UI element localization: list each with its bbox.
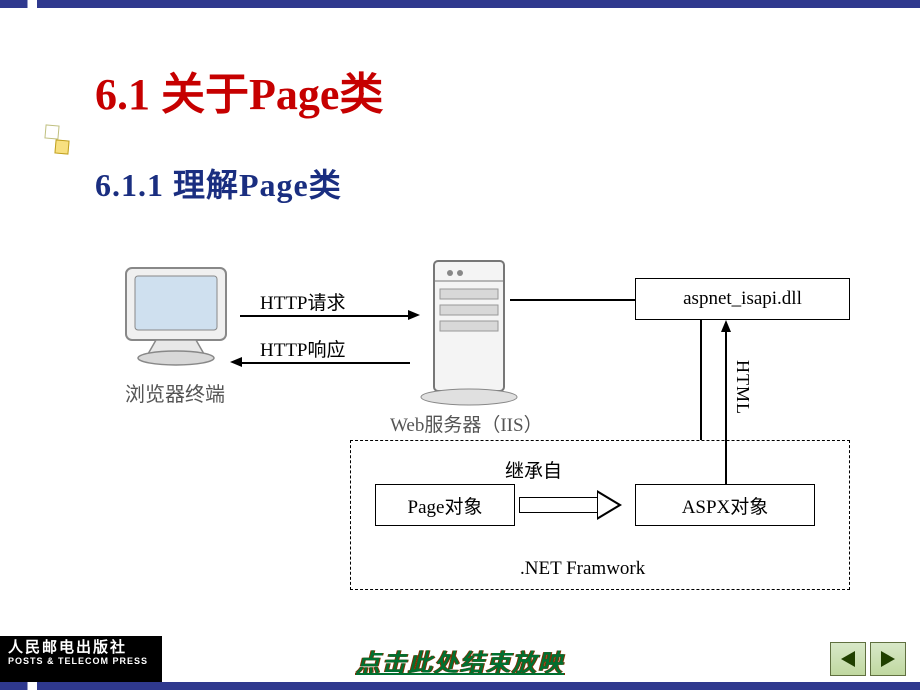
arrow-head-icon (230, 357, 242, 367)
top-border (0, 0, 920, 8)
http-request-label: HTTP请求 (260, 288, 346, 315)
arrow-head-icon (721, 320, 731, 332)
slide-title: 6.1 关于Page类 (95, 58, 383, 122)
publisher-name-en: POSTS & TELECOM PRESS (8, 657, 148, 667)
arrow-head-icon (408, 310, 420, 320)
client-label: 浏览器终端 (125, 378, 225, 407)
publisher-name-cn: 人民邮电出版社 (8, 640, 148, 657)
triangle-left-icon (841, 651, 855, 667)
isapi-box: aspnet_isapi.dll (635, 278, 850, 320)
inherit-label: 继承自 (505, 456, 562, 483)
framework-label: .NET Framwork (520, 558, 645, 580)
server-icon (410, 253, 530, 413)
client-monitor-icon (120, 262, 240, 372)
connector-vline (700, 320, 702, 440)
http-response-arrow (240, 362, 410, 364)
prev-button[interactable] (830, 642, 866, 676)
http-response-label: HTTP响应 (260, 335, 346, 362)
iis-label: Web服务器（IIS） (390, 410, 543, 437)
http-request-arrow (240, 315, 410, 317)
publisher-logo: 人民邮电出版社 POSTS & TELECOM PRESS (0, 636, 162, 682)
aspx-object-box: ASPX对象 (635, 484, 815, 526)
html-label: HTML (732, 360, 753, 415)
connector-line (510, 299, 635, 301)
bottom-border (0, 682, 920, 690)
slide: 6.1 关于Page类 6.1.1 理解Page类 浏览器终端 (0, 0, 920, 690)
next-button[interactable] (870, 642, 906, 676)
page-object-box: Page对象 (375, 484, 515, 526)
triangle-right-icon (881, 651, 895, 667)
end-show-link[interactable]: 点击此处结束放映 (356, 643, 564, 678)
slide-subtitle: 6.1.1 理解Page类 (95, 160, 342, 206)
bullet-decor (54, 139, 69, 154)
bullet-decor (44, 124, 59, 139)
diagram: 浏览器终端 Web服务器（IIS） HTTP请求 HTTP响应 aspnet_i… (80, 250, 890, 600)
inherit-arrow-icon (519, 491, 629, 519)
footer: 人民邮电出版社 POSTS & TELECOM PRESS 点击此处结束放映 (0, 640, 920, 682)
